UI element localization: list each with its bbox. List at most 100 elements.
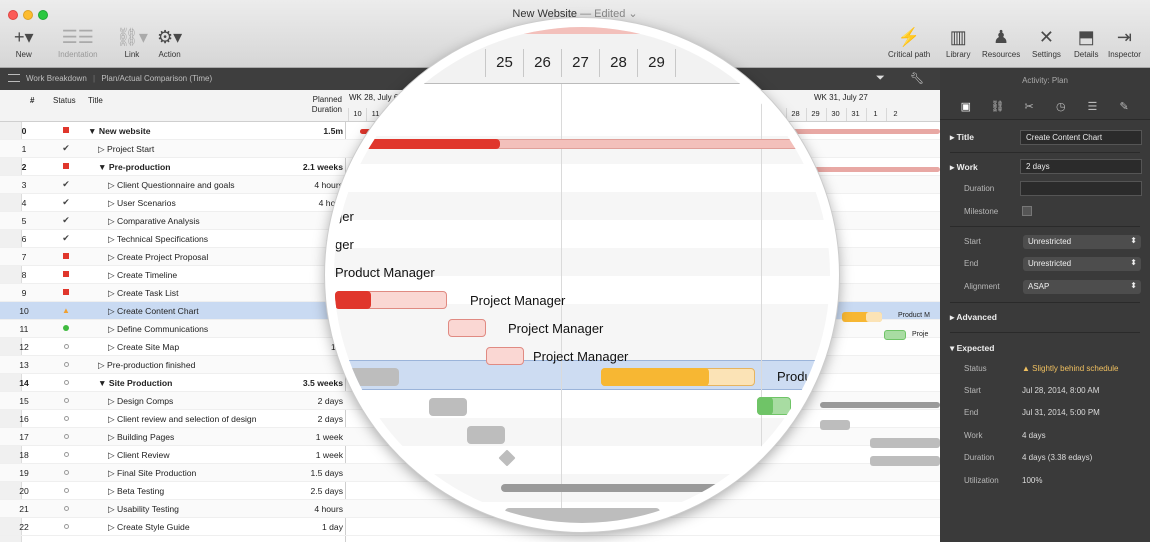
task-title[interactable]: ▷ Create Content Chart bbox=[108, 306, 199, 317]
wrench-icon[interactable]: 🔧︎ bbox=[910, 72, 924, 85]
alignment-popup[interactable]: ASAP bbox=[1023, 280, 1141, 294]
disclosure-closed-icon[interactable]: ▷ bbox=[108, 450, 117, 460]
disclosure-closed-icon[interactable]: ▷ bbox=[108, 198, 117, 208]
table-row[interactable]: 8▷ Create Timeline1 bbox=[0, 266, 346, 284]
disclosure-closed-icon[interactable]: ▷ bbox=[108, 270, 117, 280]
disclosure-closed-icon[interactable]: ▷ bbox=[108, 468, 117, 478]
link-icon[interactable]: ⛓ bbox=[987, 96, 1007, 116]
task-title[interactable]: ▷ Client Review bbox=[108, 450, 170, 461]
task-title[interactable]: ▷ Beta Testing bbox=[108, 486, 164, 497]
task-title[interactable]: ▷ Building Pages bbox=[108, 432, 174, 443]
task-title[interactable]: ▷ Design Comps bbox=[108, 396, 173, 407]
status-notstarted-icon[interactable] bbox=[60, 395, 72, 405]
table-row[interactable]: 19 ▷ Final Site Production 1.5 days bbox=[0, 464, 346, 482]
task-title[interactable]: ▷ Create Site Map bbox=[108, 342, 179, 353]
disclosure-closed-icon[interactable]: ▷ bbox=[108, 342, 117, 352]
status-overdue-icon[interactable] bbox=[60, 125, 72, 135]
task-title[interactable]: ▷ Usability Testing bbox=[108, 504, 179, 515]
table-row[interactable]: 13 ▷ Pre-production finished bbox=[0, 356, 346, 374]
task-title[interactable]: ▷ Create Style Guide bbox=[108, 522, 190, 533]
disclosure-closed-icon[interactable]: ▷ bbox=[108, 414, 117, 424]
task-title[interactable]: ▷ Pre-production finished bbox=[98, 360, 195, 371]
start-popup[interactable]: Unrestricted bbox=[1023, 235, 1141, 249]
disclosure-closed-icon[interactable]: ▷ bbox=[108, 396, 117, 406]
clock-icon[interactable]: ◷ bbox=[1051, 96, 1071, 116]
table-row[interactable]: 18 ▷ Client Review 1 week bbox=[0, 446, 346, 464]
status-notstarted-icon[interactable] bbox=[60, 467, 72, 477]
disclosure-closed-icon[interactable]: ▷ bbox=[98, 144, 107, 154]
summary-bar-site-production[interactable] bbox=[820, 402, 940, 408]
task-title[interactable]: ▼ Pre-production bbox=[98, 162, 171, 172]
task-title[interactable]: ▷ Create Task List bbox=[108, 288, 178, 299]
task-title[interactable]: ▷ Project Start bbox=[98, 144, 154, 155]
status-overdue-icon[interactable] bbox=[60, 269, 72, 279]
disclosure-closed-icon[interactable]: ▷ bbox=[108, 306, 117, 316]
status-notstarted-icon[interactable] bbox=[60, 503, 72, 513]
task-title[interactable]: ▷ Define Communications bbox=[108, 324, 208, 335]
edit-icon[interactable]: ✎ bbox=[1114, 96, 1134, 116]
disclosure-closed-icon[interactable]: ▷ bbox=[98, 360, 107, 370]
end-popup[interactable]: Unrestricted bbox=[1023, 257, 1141, 271]
table-row[interactable]: 21 ▷ Usability Testing 4 hours bbox=[0, 500, 346, 518]
status-notstarted-icon[interactable] bbox=[60, 341, 72, 351]
planned-duration[interactable]: 1 day bbox=[322, 522, 343, 532]
table-row[interactable]: 4 ✔ ▷ User Scenarios 4 hour bbox=[0, 194, 346, 212]
disclosure-closed-icon[interactable]: ▷ bbox=[108, 216, 117, 226]
magnified-bar-create-content-chart-prev[interactable] bbox=[486, 347, 524, 365]
disclosure-closed-icon[interactable]: ▷ bbox=[108, 252, 117, 262]
library-button[interactable]: ▥ Library bbox=[946, 26, 970, 60]
task-title[interactable]: ▷ Technical Specifications bbox=[108, 234, 208, 245]
task-icon[interactable]: ▣ bbox=[956, 96, 976, 116]
work-field[interactable]: 2 days bbox=[1020, 159, 1142, 174]
task-title[interactable]: ▷ Create Project Proposal bbox=[108, 252, 208, 263]
task-title[interactable]: ▼ Site Production bbox=[98, 378, 172, 388]
status-notstarted-icon[interactable] bbox=[60, 431, 72, 441]
table-row[interactable]: 6✔▷ Technical Specifications4 ho bbox=[0, 230, 346, 248]
link-button[interactable]: ⛓▾ Link bbox=[116, 26, 148, 60]
task-bar-define-communications[interactable] bbox=[884, 330, 906, 340]
status-notstarted-icon[interactable] bbox=[60, 377, 72, 387]
table-row[interactable]: 20 ▷ Beta Testing 2.5 days bbox=[0, 482, 346, 500]
inspector-button[interactable]: ⇥ Inspector bbox=[1108, 26, 1141, 60]
tab-work-breakdown[interactable]: Work Breakdown bbox=[26, 74, 87, 83]
task-title[interactable]: ▷ Client review and selection of design bbox=[108, 414, 257, 425]
new-button[interactable]: +▾ New bbox=[14, 26, 34, 60]
disclosure-closed-icon[interactable]: ▷ bbox=[108, 288, 117, 298]
task-bar-building-pages[interactable] bbox=[870, 438, 940, 448]
resource-icon[interactable]: ✂ bbox=[1019, 96, 1039, 116]
status-overdue-icon[interactable] bbox=[60, 161, 72, 171]
task-title[interactable]: ▷ Comparative Analysis bbox=[108, 216, 200, 227]
status-notstarted-icon[interactable] bbox=[60, 449, 72, 459]
status-overdue-icon[interactable] bbox=[60, 287, 72, 297]
table-row[interactable]: 5✔▷ Comparative Analysis1 d bbox=[0, 212, 346, 230]
col-status[interactable]: Status bbox=[53, 96, 76, 105]
disclosure-open-icon[interactable]: ▼ bbox=[98, 378, 109, 388]
details-button[interactable]: ⬒ Details bbox=[1074, 26, 1098, 60]
disclosure-closed-icon[interactable]: ▷ bbox=[108, 504, 117, 514]
settings-button[interactable]: ✕ Settings bbox=[1032, 26, 1061, 60]
status-notstarted-icon[interactable] bbox=[60, 485, 72, 495]
magnified-bar-design-comps[interactable] bbox=[467, 426, 505, 444]
indentation-button[interactable]: ☰☰ Indentation bbox=[58, 26, 98, 60]
status-notstarted-icon[interactable] bbox=[60, 359, 72, 369]
table-row[interactable]: 22 ▷ Create Style Guide 1 day bbox=[0, 518, 346, 536]
status-complete-icon[interactable]: ✔ bbox=[60, 215, 72, 226]
table-row[interactable]: 9▷ Create Task List1 bbox=[0, 284, 346, 302]
status-complete-icon[interactable]: ✔ bbox=[60, 143, 72, 154]
critical-path-button[interactable]: ⚡ Critical path bbox=[888, 26, 930, 60]
action-button[interactable]: ⚙▾ Action bbox=[157, 26, 182, 60]
expected-section[interactable]: ▾ Expected bbox=[950, 343, 994, 354]
status-ontrack-icon[interactable] bbox=[60, 323, 72, 333]
disclosure-open-icon[interactable]: ▼ bbox=[88, 126, 99, 136]
table-row[interactable]: 16 ▷ Client review and selection of desig… bbox=[0, 410, 346, 428]
task-title[interactable]: ▷ Client Questionnaire and goals bbox=[108, 180, 235, 191]
list-icon[interactable]: ☰ bbox=[1082, 96, 1102, 116]
table-row[interactable]: 11▷ Define Communications1 c bbox=[0, 320, 346, 338]
title-field[interactable]: Create Content Chart bbox=[1020, 130, 1142, 145]
magnified-summary-site-production[interactable] bbox=[501, 484, 830, 492]
status-notstarted-icon[interactable] bbox=[60, 413, 72, 423]
table-row[interactable]: 2 ▼ Pre-production 2.1 weeks bbox=[0, 158, 346, 176]
table-row[interactable]: 7▷ Create Project Proposal2 d bbox=[0, 248, 346, 266]
disclosure-open-icon[interactable]: ▼ bbox=[98, 162, 109, 172]
task-bar-client-review[interactable] bbox=[870, 456, 940, 466]
